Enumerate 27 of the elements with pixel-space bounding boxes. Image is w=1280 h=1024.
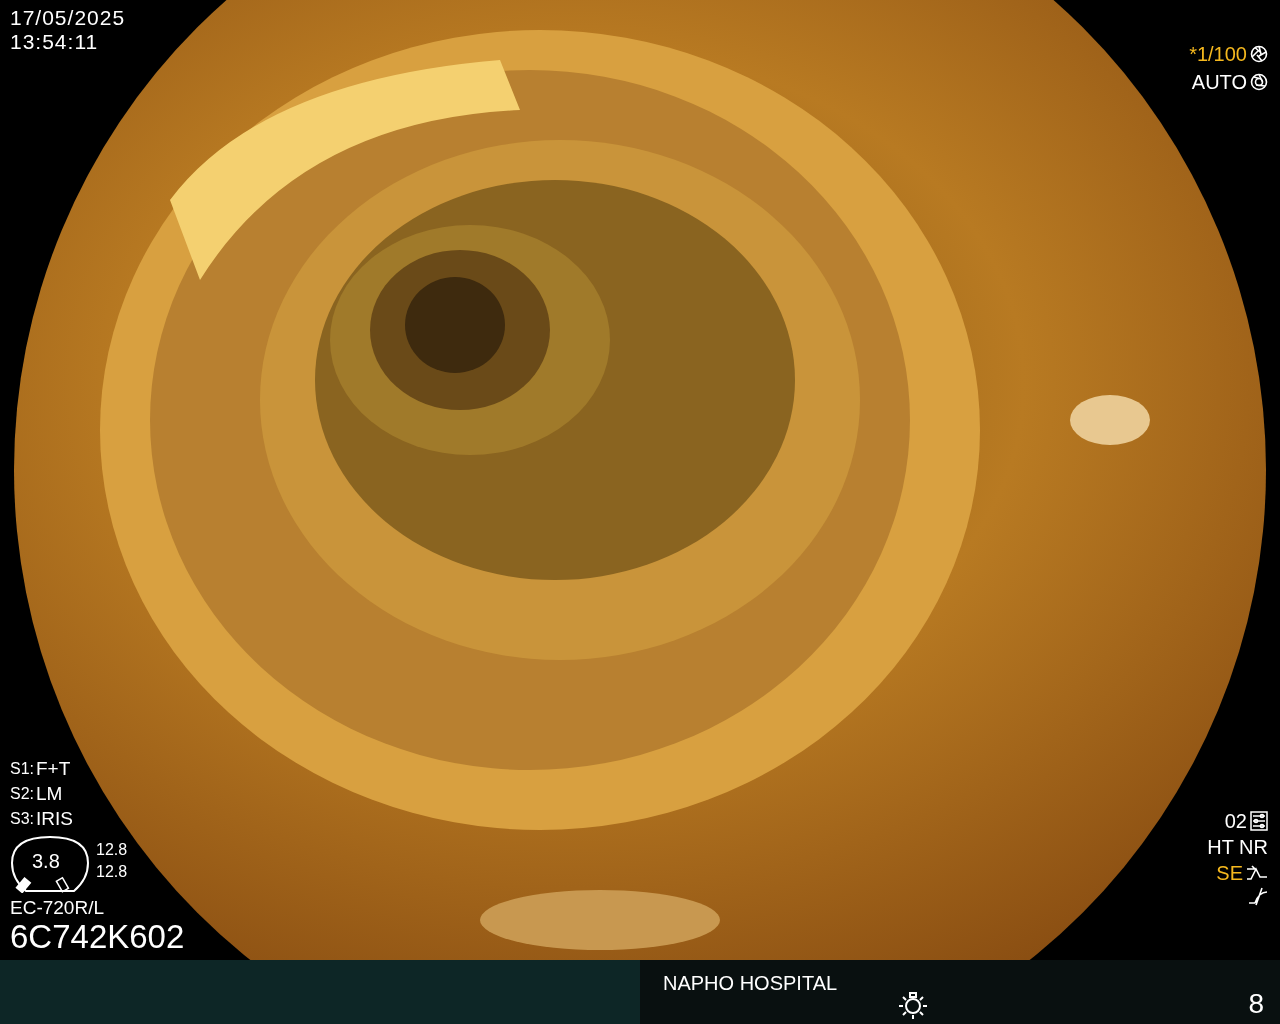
iris-icon xyxy=(1250,73,1268,91)
switch-label: S2: xyxy=(10,784,34,804)
exposure-mode-text: AUTO xyxy=(1191,70,1247,95)
sliders-icon xyxy=(1250,811,1268,831)
scope-serial-text: 6C742K602 xyxy=(10,919,185,955)
enhancement-text: SE xyxy=(1216,861,1243,886)
time-text: 13:54:11 xyxy=(10,30,100,54)
enhancement-curve-icon xyxy=(1246,864,1268,882)
gauge-icon xyxy=(10,835,90,893)
gauge-value: 3.8 xyxy=(32,849,60,874)
switch-value: LM xyxy=(36,782,63,806)
switch-label: S3: xyxy=(10,809,34,829)
scope-model-text: EC-720R/L xyxy=(10,897,105,919)
hospital-name: NAPHO HOSPITAL xyxy=(663,971,839,995)
processing-modes-text: HT NR xyxy=(1207,835,1268,860)
switch-label: S1: xyxy=(10,759,34,779)
image-counter: 8 xyxy=(1248,988,1264,1020)
date-text: 17/05/2025 xyxy=(10,6,126,30)
switch-value: F+T xyxy=(36,757,71,781)
gauge-reading: 12.8 xyxy=(96,862,128,882)
aperture-icon xyxy=(1250,45,1268,63)
lamp-icon xyxy=(898,992,929,1020)
switch-value: IRIS xyxy=(36,807,73,831)
gauge-reading: 12.8 xyxy=(96,840,128,860)
shutter-speed-text: *1/100 xyxy=(1189,42,1247,67)
preset-text: 02 xyxy=(1224,809,1247,834)
slashed-curve-icon xyxy=(1248,886,1268,906)
